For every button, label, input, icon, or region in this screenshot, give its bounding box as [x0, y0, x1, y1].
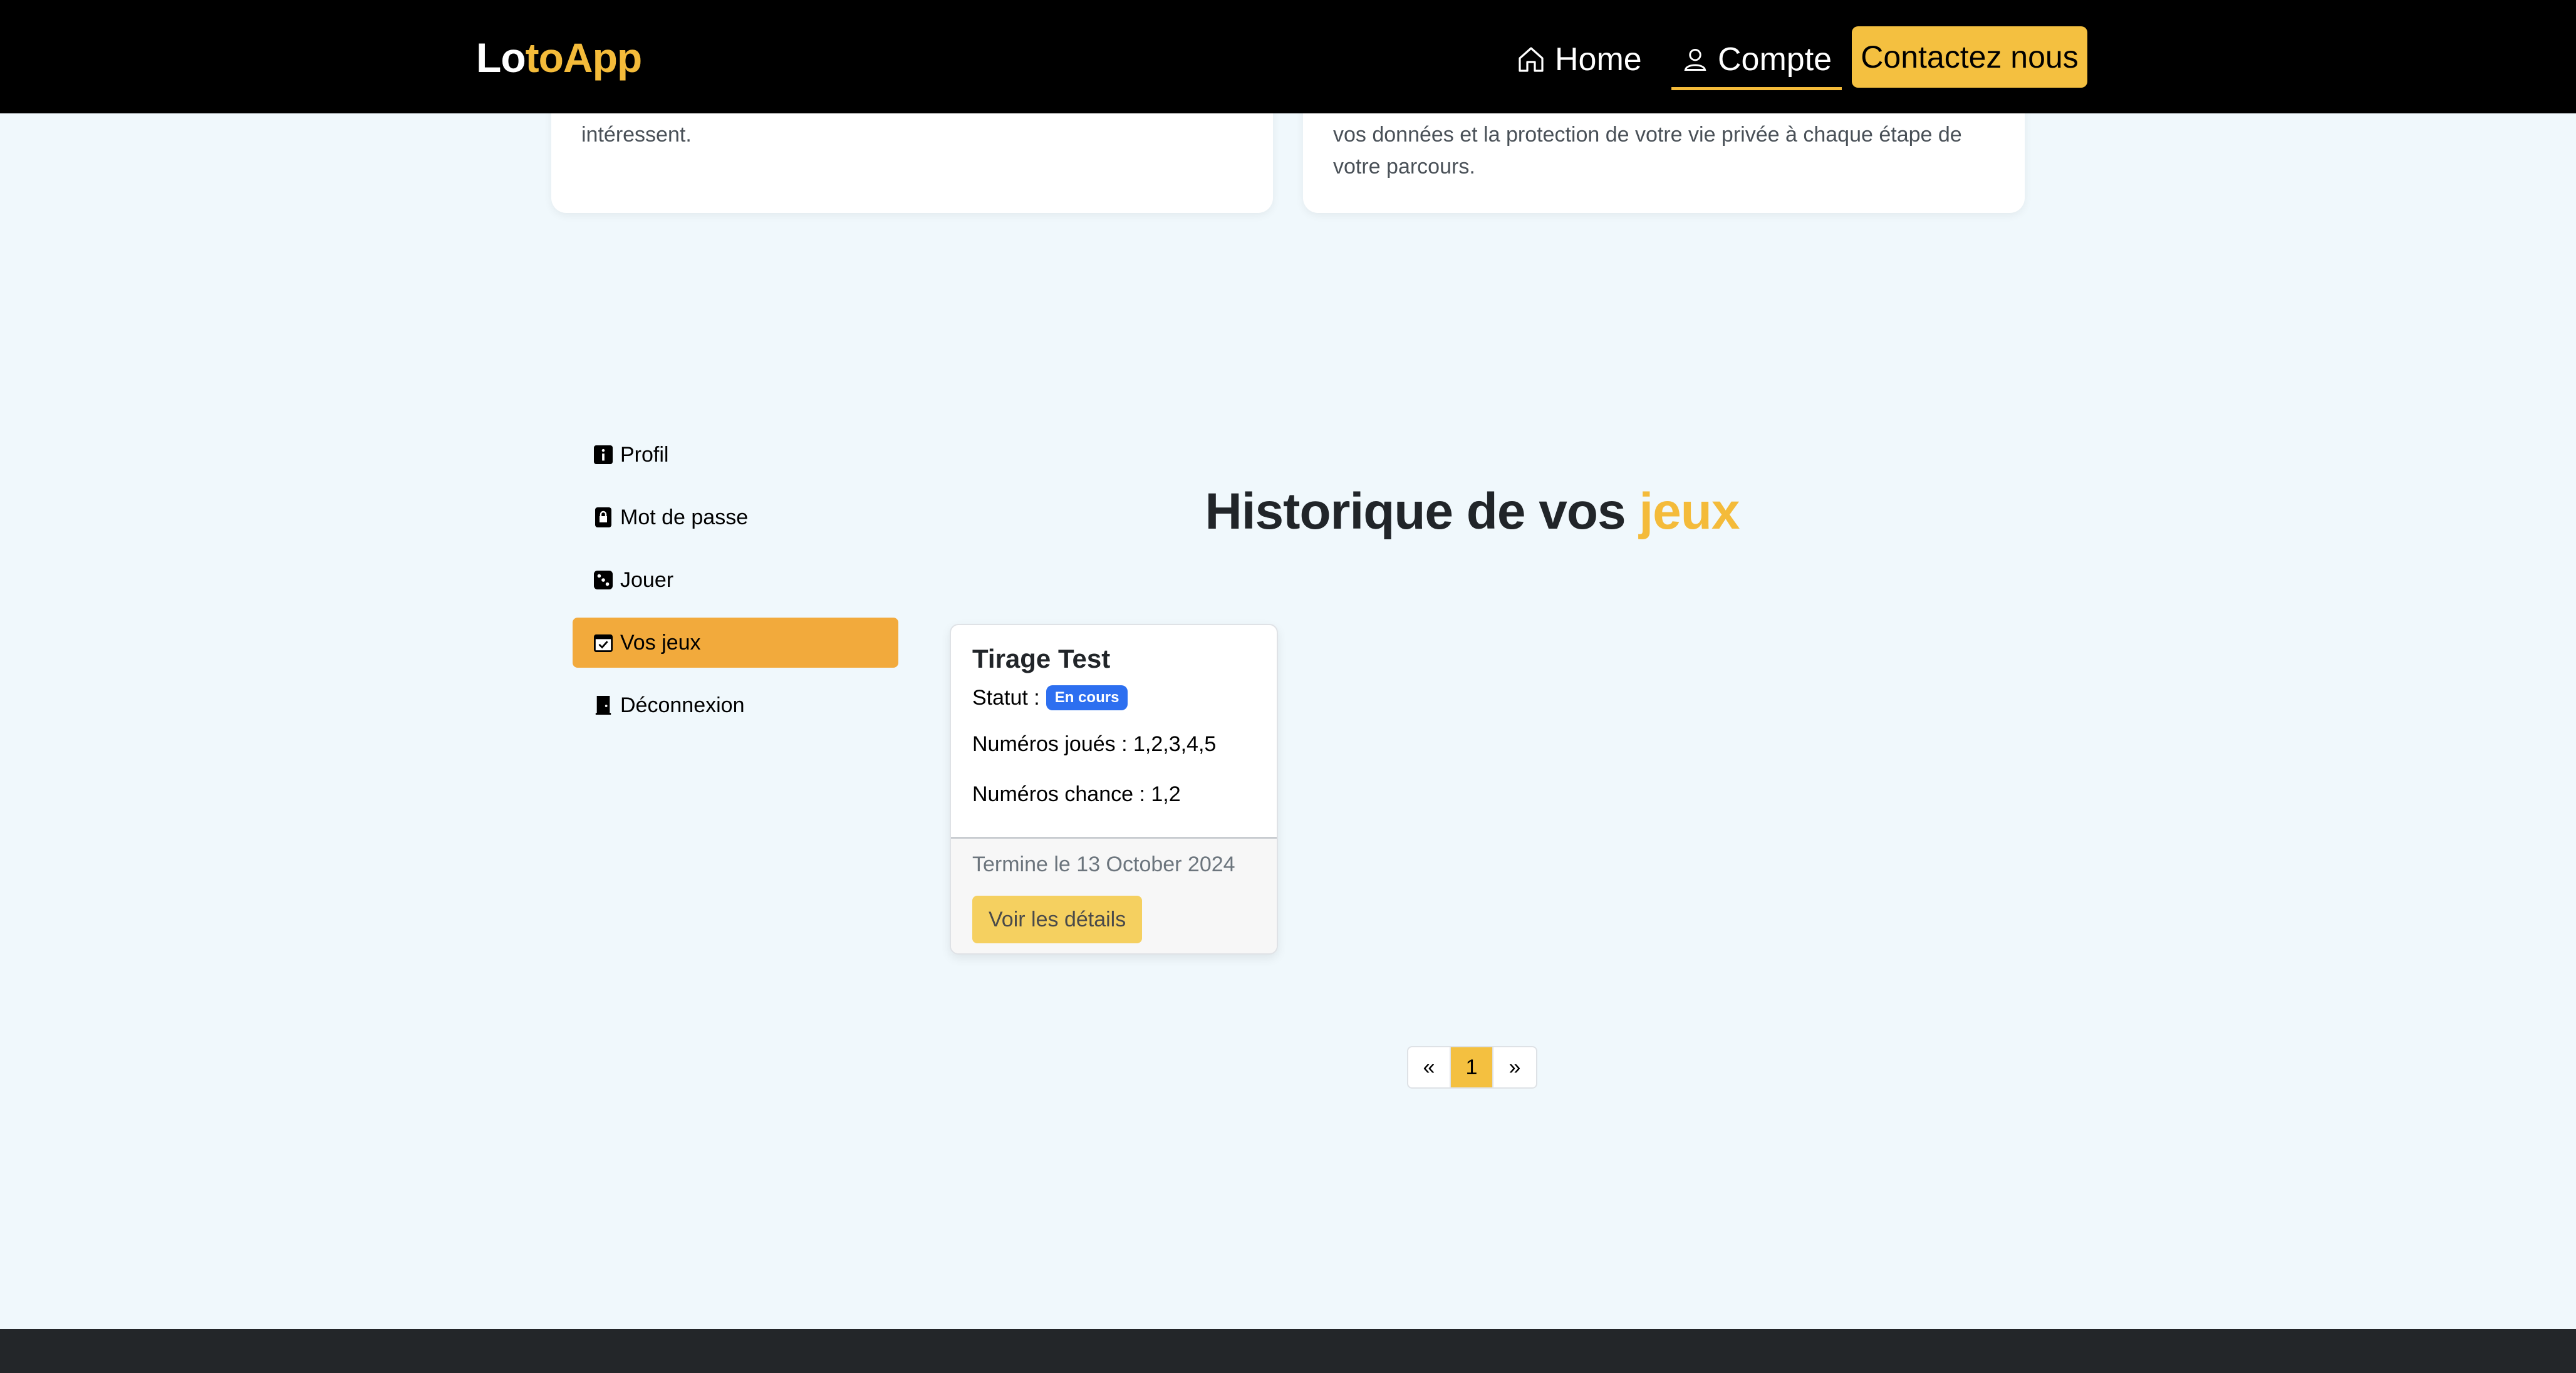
pagination: « 1 » — [1407, 1046, 1537, 1089]
active-nav-underline — [1671, 87, 1842, 90]
sidebar-item-label: Déconnexion — [620, 693, 745, 717]
game-end-date: Termine le 13 October 2024 — [972, 852, 1235, 876]
feature-card-left-text: intéressent. — [581, 123, 692, 147]
game-card-footer: Termine le 13 October 2024 Voir les déta… — [951, 837, 1277, 953]
sidebar-item-label: Profil — [620, 442, 669, 467]
nav-compte-link[interactable]: Compte — [1671, 31, 1842, 90]
pagination-next[interactable]: » — [1493, 1047, 1536, 1087]
brand-logo-part-1: Lo — [476, 34, 526, 81]
account-sidebar: Profil Mot de passe Jouer Vos jeux Décon… — [573, 430, 898, 743]
pagination-prev[interactable]: « — [1408, 1047, 1451, 1087]
info-icon — [593, 444, 614, 465]
page-title-accent: jeux — [1639, 483, 1740, 540]
lock-icon — [593, 507, 614, 528]
game-card: Tirage Test Statut : En cours Numéros jo… — [950, 624, 1278, 955]
sidebar-item-label: Jouer — [620, 567, 674, 592]
brand-logo[interactable]: LotoApp — [476, 33, 643, 83]
sidebar-item-mot-de-passe[interactable]: Mot de passe — [573, 492, 898, 542]
calendar-check-icon — [593, 632, 614, 653]
feature-card-right-text: vos données et la protection de votre vi… — [1333, 123, 1962, 179]
sidebar-item-label: Mot de passe — [620, 505, 749, 529]
door-icon — [593, 695, 614, 716]
game-status-line: Statut : En cours — [972, 683, 1255, 713]
nav-home-link[interactable]: Home — [1516, 31, 1642, 88]
top-navbar: LotoApp Home Compte Contactez nous — [0, 0, 2576, 113]
sidebar-item-vos-jeux[interactable]: Vos jeux — [573, 618, 898, 668]
dice-icon — [593, 569, 614, 591]
game-card-body: Tirage Test Statut : En cours Numéros jo… — [951, 625, 1277, 837]
game-status-label: Statut : — [972, 686, 1040, 710]
brand-logo-part-2: toApp — [525, 34, 643, 81]
nav-compte-label: Compte — [1718, 41, 1832, 78]
sidebar-item-profil[interactable]: Profil — [573, 430, 898, 480]
page-footer — [0, 1329, 2576, 1373]
numbers-played: Numéros joués : 1,2,3,4,5 — [972, 732, 1217, 756]
game-title: Tirage Test — [972, 644, 1111, 673]
view-details-button[interactable]: Voir les détails — [972, 896, 1143, 943]
user-icon — [1684, 48, 1706, 71]
sidebar-item-jouer[interactable]: Jouer — [573, 555, 898, 605]
sidebar-item-deconnexion[interactable]: Déconnexion — [573, 680, 898, 730]
pagination-page-1[interactable]: 1 — [1451, 1047, 1493, 1087]
chance-numbers: Numéros chance : 1,2 — [972, 782, 1181, 806]
nav-home-label: Home — [1555, 41, 1642, 78]
sidebar-item-label: Vos jeux — [620, 630, 701, 655]
page-title: Historique de vos jeux — [950, 482, 1995, 541]
page-title-main: Historique de vos — [1205, 483, 1626, 540]
status-badge: En cours — [1046, 685, 1128, 710]
contact-button[interactable]: Contactez nous — [1852, 26, 2087, 88]
home-icon — [1519, 47, 1544, 72]
